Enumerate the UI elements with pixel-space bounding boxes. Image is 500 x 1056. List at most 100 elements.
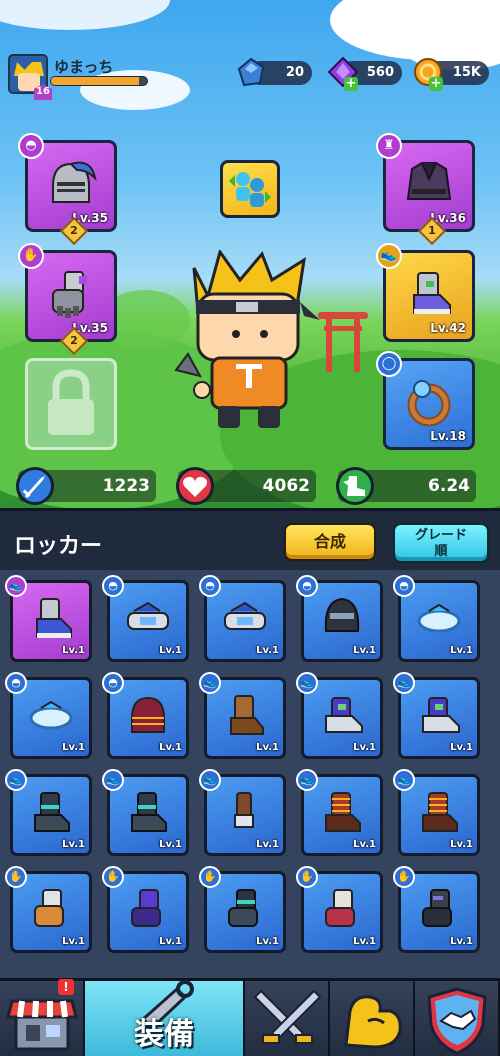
locked-slot[interactable] [25, 358, 117, 450]
tab-guild[interactable] [415, 981, 500, 1056]
locker-item[interactable]: ◓ Lv.1 [199, 575, 286, 662]
locker-item[interactable]: ◓ Lv.1 [393, 575, 480, 662]
shoe-type-icon: 👟 [376, 243, 402, 269]
purple-sneaker-icon [325, 697, 363, 734]
locker-item[interactable]: 👟 Lv.1 [102, 769, 189, 856]
samurai-helmet-icon [131, 697, 165, 734]
locker-item[interactable]: 👟 Lv.1 [5, 575, 92, 662]
sort-by-grade-button[interactable]: グレード 順 [393, 523, 489, 563]
crystal-counter[interactable]: 20 [237, 57, 312, 87]
locker-item[interactable]: ✋ Lv.1 [199, 866, 286, 953]
locker-item[interactable]: 👟 Lv.1 [199, 769, 286, 856]
locker-item[interactable]: ✋ Lv.1 [296, 866, 383, 953]
merge-button[interactable]: 合成 [284, 523, 376, 561]
bottom-nav: ! 装備 [0, 978, 500, 1056]
locker-item[interactable]: ◓ Lv.1 [102, 575, 189, 662]
health-stat: 4062 [176, 467, 316, 505]
equip-slot-head[interactable]: ◓ Lv.35 2 [18, 133, 117, 246]
locker-item[interactable]: ✋ Lv.1 [393, 866, 480, 953]
locker-item-level: Lv.1 [159, 645, 182, 656]
sneaker-gray-icon [36, 598, 72, 639]
locker-grid: 👟 Lv.1 ◓ Lv.1 ◓ Lv.1 ◓ Lv.1 ◓ Lv.1 ◓ Lv.1 ◓ Lv.1 👟 Lv.1… [5, 575, 480, 953]
locker-title: ロッカー [14, 534, 103, 559]
ninja-hero-character[interactable] [172, 250, 322, 440]
attack-value: 1223 [102, 476, 150, 496]
headband-blue-icon [127, 602, 169, 631]
ninja-hood-icon [324, 598, 360, 633]
helmet-type-icon: ◓ [18, 133, 44, 159]
locker-item[interactable]: ◓ Lv.1 [296, 575, 383, 662]
locker-item-level: Lv.1 [450, 936, 473, 947]
tab-training[interactable] [330, 981, 415, 1056]
tab-battle[interactable] [245, 981, 330, 1056]
locker-item[interactable]: ◓ Lv.1 [5, 672, 92, 759]
locker-item-level: Lv.1 [256, 936, 279, 947]
locker-item[interactable]: 👟 Lv.1 [296, 672, 383, 759]
equip-ring-level: Lv.18 [430, 429, 466, 443]
stats-bar: 1223 4062 6.24 [0, 466, 500, 506]
locker-item[interactable]: 👟 Lv.1 [393, 769, 480, 856]
locker-item-level: Lv.1 [450, 839, 473, 850]
locker-item-level: Lv.1 [256, 742, 279, 753]
wrapped-boot-icon [234, 792, 254, 829]
sort-label-line2: 順 [434, 544, 448, 559]
locker-item-level: Lv.1 [353, 742, 376, 753]
tab-shop[interactable]: ! [0, 979, 85, 1056]
knight-helmet-icon [52, 161, 97, 204]
gem-counter[interactable]: + 560 [328, 57, 402, 91]
top-bar: 16 ゆまっち 20 + 560 + 15K [0, 54, 500, 100]
teal-glove-icon [228, 889, 258, 928]
tab-equipment-label: 装備 [134, 1017, 194, 1052]
locker-item-level: Lv.1 [450, 645, 473, 656]
tab-equipment[interactable]: 装備 [85, 980, 245, 1056]
crystal-amount: 20 [285, 65, 304, 80]
locker-item-level: Lv.1 [62, 742, 85, 753]
attack-stat: 1223 [16, 467, 156, 505]
locker-item[interactable]: ✋ Lv.1 [5, 866, 92, 953]
locker-item-level: Lv.1 [353, 645, 376, 656]
shield-handshake-icon [427, 987, 487, 1055]
dark-glove-icon [422, 889, 452, 928]
locker-item-level: Lv.1 [450, 742, 473, 753]
sword-icon [16, 467, 54, 505]
ring-type-icon: ◯ [376, 351, 402, 377]
locker-item[interactable]: 👟 Lv.1 [199, 672, 286, 759]
headband-cyan-icon [417, 604, 461, 633]
coin-plus-icon[interactable]: + [429, 77, 443, 91]
locker-header: ロッカー 合成 グレード 順 [0, 508, 500, 570]
health-value: 4062 [262, 476, 310, 496]
gem-amount: 560 [366, 65, 394, 80]
swap-characters-icon [229, 172, 271, 207]
coin-amount: 15K [452, 65, 481, 80]
equip-slot-hands[interactable]: ✋ Lv.35 2 [18, 243, 117, 356]
glove-type-icon: ✋ [18, 243, 44, 269]
equip-slot-feet[interactable]: 👟 Lv.42 [376, 243, 475, 342]
locker-item[interactable]: 👟 Lv.1 [296, 769, 383, 856]
armor-type-icon: ♜ [376, 133, 402, 159]
gem-plus-icon[interactable]: + [344, 77, 358, 91]
speed-stat: 6.24 [336, 467, 476, 505]
locker-item-level: Lv.1 [159, 839, 182, 850]
coin-counter[interactable]: + 15K [414, 58, 489, 91]
locker-item-level: Lv.1 [159, 742, 182, 753]
locker-item[interactable]: 👟 Lv.1 [5, 769, 92, 856]
equip-slot-ring[interactable]: ◯ Lv.18 [376, 351, 475, 450]
torii-gate [318, 312, 368, 372]
swap-character-button[interactable] [220, 160, 280, 218]
headband-blue-icon [224, 602, 266, 631]
locker-item[interactable]: ✋ Lv.1 [102, 866, 189, 953]
headband-cyan-icon [29, 701, 73, 730]
locker-item[interactable]: 👟 Lv.1 [393, 672, 480, 759]
locker-item-level: Lv.1 [256, 839, 279, 850]
shop-alert-badge: ! [58, 979, 74, 995]
equip-slot-body[interactable]: ♜ Lv.36 1 [376, 133, 475, 246]
speed-value: 6.24 [428, 476, 470, 496]
locker-grid-area[interactable]: 👟 Lv.1 ◓ Lv.1 ◓ Lv.1 ◓ Lv.1 ◓ Lv.1 ◓ Lv.1 ◓ Lv.1 👟 Lv.1… [0, 570, 500, 978]
locker-item[interactable]: ◓ Lv.1 [102, 672, 189, 759]
sort-label-line1: グレード [414, 528, 467, 543]
teal-boot-icon [34, 792, 70, 833]
striped-boot-icon [325, 792, 361, 833]
armored-shoe-icon [413, 272, 451, 315]
locker-item-level: Lv.1 [353, 839, 376, 850]
padlock-icon [48, 369, 94, 435]
